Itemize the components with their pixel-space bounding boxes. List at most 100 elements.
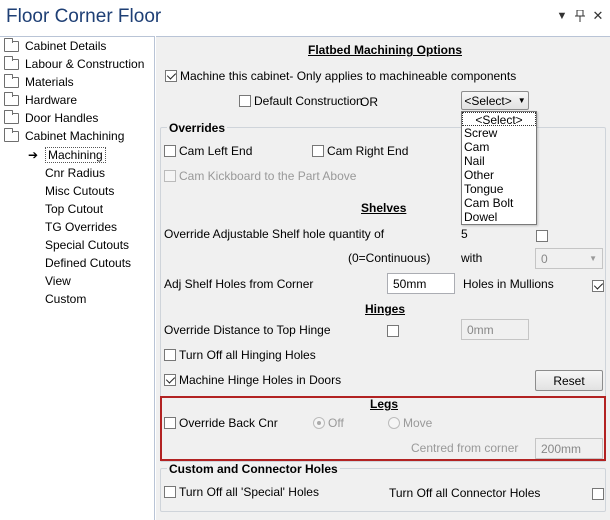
dropdown-option-screw[interactable]: Screw [462, 126, 536, 140]
tree-item-label: Top Cutout [45, 202, 104, 216]
tree-item-door-handles[interactable]: Door Handles [4, 109, 98, 127]
override-back-checkbox[interactable] [164, 417, 176, 429]
tree-item-label: Custom [45, 292, 87, 306]
connector-holes-option[interactable] [592, 486, 604, 500]
machine-hinge-checkbox[interactable] [164, 374, 176, 386]
cam-left-option[interactable]: Cam Left End [164, 144, 252, 158]
folder-icon [4, 109, 19, 124]
folder-icon [4, 55, 19, 70]
connector-holes-label: Turn Off all Connector Holes [389, 486, 541, 500]
tree-item-hardware[interactable]: Hardware [4, 91, 77, 109]
tree-item-label: Misc Cutouts [45, 184, 115, 198]
off-radio[interactable] [313, 417, 325, 429]
special-holes-option[interactable]: Turn Off all 'Special' Holes [164, 485, 319, 499]
close-icon[interactable]: ✕ [591, 8, 605, 23]
dropdown-option-cam[interactable]: Cam [462, 140, 536, 154]
tree-item-label: Special Cutouts [45, 238, 130, 252]
construction-select-value: <Select> [464, 93, 512, 108]
move-label: Move [403, 416, 433, 430]
hinges-heading: Hinges [365, 302, 406, 316]
cam-kickboard-label: Cam Kickboard to the Part Above [179, 169, 357, 183]
tree-item-cabinet-machining[interactable]: Cabinet Machining [4, 127, 124, 145]
cam-kickboard-checkbox[interactable] [164, 170, 176, 182]
tree-item-view[interactable]: View [45, 272, 71, 290]
tree-item-special-cutouts[interactable]: Special Cutouts [45, 236, 129, 254]
hinge-distance-input[interactable]: 0mm [461, 319, 529, 340]
shelf-qty-checkbox-wrap[interactable] [536, 228, 548, 242]
tree-item-label: View [45, 274, 71, 288]
tree-item-label: Cabinet Machining [25, 129, 125, 143]
default-construction-option[interactable]: Default Construction [239, 94, 363, 108]
tree-item-label: TG Overrides [45, 220, 118, 234]
machine-cabinet-option[interactable]: Machine this cabinet- Only applies to ma… [165, 69, 516, 83]
off-radio-option[interactable]: Off [313, 416, 344, 430]
dropdown-option-tongue[interactable]: Tongue [462, 182, 536, 196]
dropdown-option-dowel[interactable]: Dowel [462, 210, 536, 224]
shelf-qty-checkbox[interactable] [536, 229, 548, 242]
cam-left-checkbox[interactable] [164, 145, 176, 157]
hinge-distance-option[interactable] [387, 323, 399, 337]
holes-mullions-checkbox[interactable] [592, 279, 604, 292]
tree-item-label: Cabinet Details [25, 39, 107, 53]
machine-cabinet-label: Machine this cabinet- Only applies to ma… [180, 69, 517, 83]
dropdown-option-select[interactable]: <Select> [462, 112, 536, 127]
window-menu-button[interactable]: ▼ [555, 9, 569, 23]
connector-holes-checkbox[interactable] [592, 487, 604, 500]
turn-off-hinging-option[interactable]: Turn Off all Hinging Holes [164, 348, 316, 362]
or-label: OR [360, 95, 378, 109]
continuous-label: (0=Continuous) [348, 251, 431, 265]
shelf-qty-value[interactable]: 5 [461, 227, 468, 241]
tree-item-labour[interactable]: Labour & Construction [4, 55, 144, 73]
tree-item-misc-cutouts[interactable]: Misc Cutouts [45, 182, 114, 200]
turn-off-hinging-label: Turn Off all Hinging Holes [179, 348, 316, 362]
machine-hinge-option[interactable]: Machine Hinge Holes in Doors [164, 373, 341, 387]
legs-heading: Legs [370, 397, 399, 411]
cam-kickboard-option[interactable]: Cam Kickboard to the Part Above [164, 169, 356, 183]
move-radio[interactable] [388, 417, 400, 429]
tree-item-cabinet-details[interactable]: Cabinet Details [4, 37, 106, 55]
shelf-qty-label: Override Adjustable Shelf hole quantity … [164, 227, 385, 241]
machine-cabinet-checkbox[interactable] [165, 70, 177, 82]
arrow-right-icon: ➔ [28, 148, 39, 162]
default-construction-checkbox[interactable] [239, 95, 251, 107]
tree-item-defined-cutouts[interactable]: Defined Cutouts [45, 254, 131, 272]
construction-select[interactable]: <Select> ▼ [461, 91, 529, 110]
adj-shelf-input[interactable]: 50mm [387, 273, 455, 294]
tree-item-top-cutout[interactable]: Top Cutout [45, 200, 103, 218]
cam-right-checkbox[interactable] [312, 145, 324, 157]
reset-button[interactable]: Reset [535, 370, 603, 391]
with-select[interactable]: 0 ▼ [535, 248, 603, 269]
folder-icon [4, 91, 19, 106]
cam-right-option[interactable]: Cam Right End [312, 144, 408, 158]
tree-item-label: Machining [45, 147, 106, 163]
special-holes-label: Turn Off all 'Special' Holes [179, 485, 319, 499]
tree-item-materials[interactable]: Materials [4, 73, 74, 91]
overrides-title: Overrides [167, 121, 228, 135]
dropdown-option-cam-bolt[interactable]: Cam Bolt [462, 196, 536, 210]
tree-item-cnr-radius[interactable]: Cnr Radius [45, 164, 105, 182]
cam-left-label: Cam Left End [179, 144, 253, 158]
off-label: Off [328, 416, 344, 430]
tree-item-machining[interactable]: ➔ Machining [28, 146, 106, 164]
dropdown-option-other[interactable]: Other [462, 168, 536, 182]
move-radio-option[interactable]: Move [388, 416, 432, 430]
folder-icon [4, 73, 19, 88]
dropdown-option-nail[interactable]: Nail [462, 154, 536, 168]
shelves-heading: Shelves [361, 201, 407, 215]
tree-item-custom[interactable]: Custom [45, 290, 86, 308]
hinge-distance-checkbox[interactable] [387, 324, 399, 337]
dropdown-arrow-icon: ▼ [589, 254, 597, 263]
default-construction-label: Default Construction [254, 94, 363, 108]
pin-icon[interactable] [573, 9, 587, 23]
with-label: with [461, 251, 483, 265]
override-back-option[interactable]: Override Back Cnr [164, 416, 278, 430]
special-holes-checkbox[interactable] [164, 486, 176, 498]
override-back-label: Override Back Cnr [179, 416, 278, 430]
turn-off-hinging-checkbox[interactable] [164, 349, 176, 361]
centred-input[interactable]: 200mm [535, 438, 603, 459]
holes-mullions-option[interactable] [592, 278, 604, 292]
tree-item-label: Materials [25, 75, 74, 89]
custom-title: Custom and Connector Holes [167, 462, 340, 476]
holes-mullions-label: Holes in Mullions [463, 277, 554, 291]
tree-item-tg-overrides[interactable]: TG Overrides [45, 218, 117, 236]
